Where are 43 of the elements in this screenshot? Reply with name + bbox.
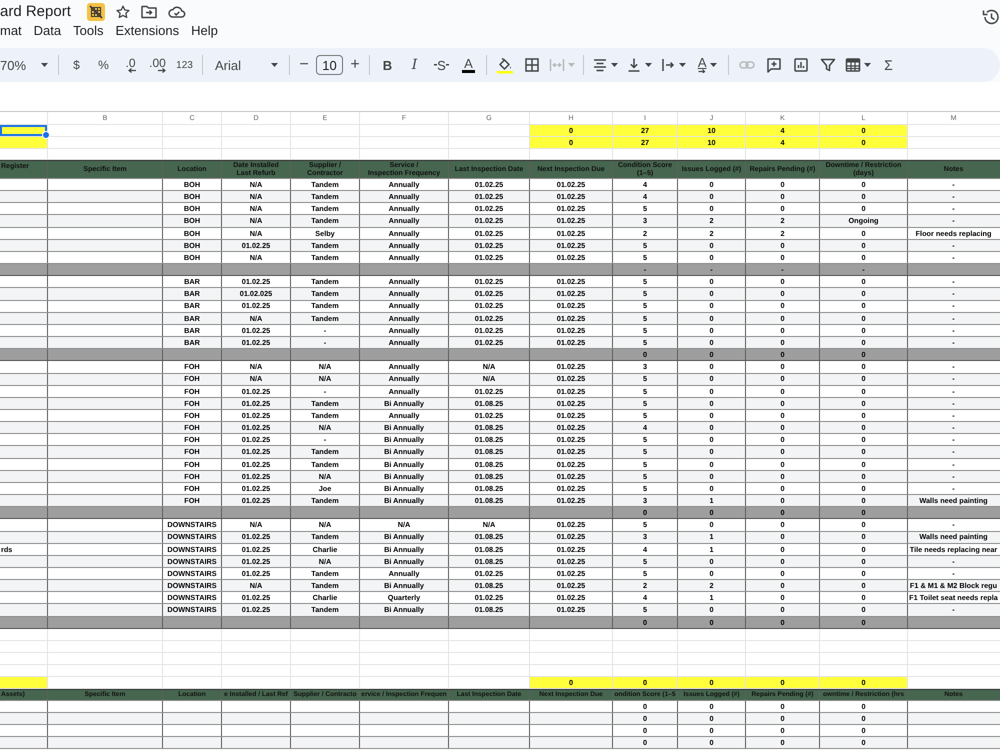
menu-item[interactable]: mat bbox=[0, 23, 28, 39]
decrease-decimals-button[interactable]: .0 bbox=[117, 52, 144, 78]
grid-icon bbox=[524, 57, 540, 73]
percent-button[interactable]: % bbox=[90, 52, 117, 78]
document-title[interactable]: ard Report bbox=[0, 2, 71, 22]
number-format-button[interactable]: 123 bbox=[171, 52, 198, 78]
arrow-left-icon bbox=[126, 68, 136, 72]
increase-decimals-button[interactable]: .00 bbox=[144, 52, 171, 78]
menu-item[interactable]: Tools bbox=[67, 23, 110, 39]
cloud-icon[interactable] bbox=[168, 4, 186, 19]
fill-handle[interactable] bbox=[42, 131, 50, 139]
highlighted-cell[interactable] bbox=[0, 137, 47, 148]
arrow-right-icon bbox=[156, 68, 166, 72]
funnel-icon bbox=[820, 57, 836, 73]
align-center-icon bbox=[592, 57, 608, 73]
merge-icon bbox=[549, 57, 565, 73]
menu-item[interactable]: Data bbox=[28, 23, 68, 39]
table-icon bbox=[845, 57, 861, 73]
text-rotation-button[interactable]: A bbox=[690, 52, 724, 78]
currency-button[interactable]: $ bbox=[63, 52, 90, 78]
increase-font-size-button[interactable]: + bbox=[345, 52, 365, 78]
bold-button[interactable]: B bbox=[374, 52, 401, 78]
italic-button[interactable]: I bbox=[401, 52, 428, 78]
decrease-font-size-button[interactable]: − bbox=[294, 52, 314, 78]
font-size-field[interactable]: 10 bbox=[316, 55, 343, 75]
history-icon[interactable] bbox=[981, 8, 999, 26]
paint-bucket-icon bbox=[496, 56, 512, 74]
bar-chart-icon bbox=[792, 57, 808, 73]
slashed-grid-icon[interactable] bbox=[86, 2, 105, 20]
functions-button[interactable]: Σ bbox=[875, 52, 902, 78]
text-wrap-icon bbox=[660, 57, 676, 73]
zoom-dropdown[interactable]: 70% bbox=[0, 52, 54, 78]
highlighted-cell[interactable] bbox=[0, 676, 47, 688]
text-color-button[interactable]: A bbox=[455, 52, 482, 78]
selected-cell[interactable] bbox=[0, 125, 47, 136]
menu-item[interactable]: Extensions bbox=[110, 23, 186, 39]
arrow-right-icon bbox=[698, 68, 706, 72]
align-bottom-icon bbox=[626, 57, 642, 73]
menu-item[interactable]: Help bbox=[185, 23, 224, 39]
star-icon[interactable] bbox=[116, 4, 130, 18]
font-dropdown[interactable]: Arial bbox=[207, 52, 285, 78]
comment-icon bbox=[766, 57, 782, 73]
folder-icon[interactable] bbox=[140, 4, 157, 19]
